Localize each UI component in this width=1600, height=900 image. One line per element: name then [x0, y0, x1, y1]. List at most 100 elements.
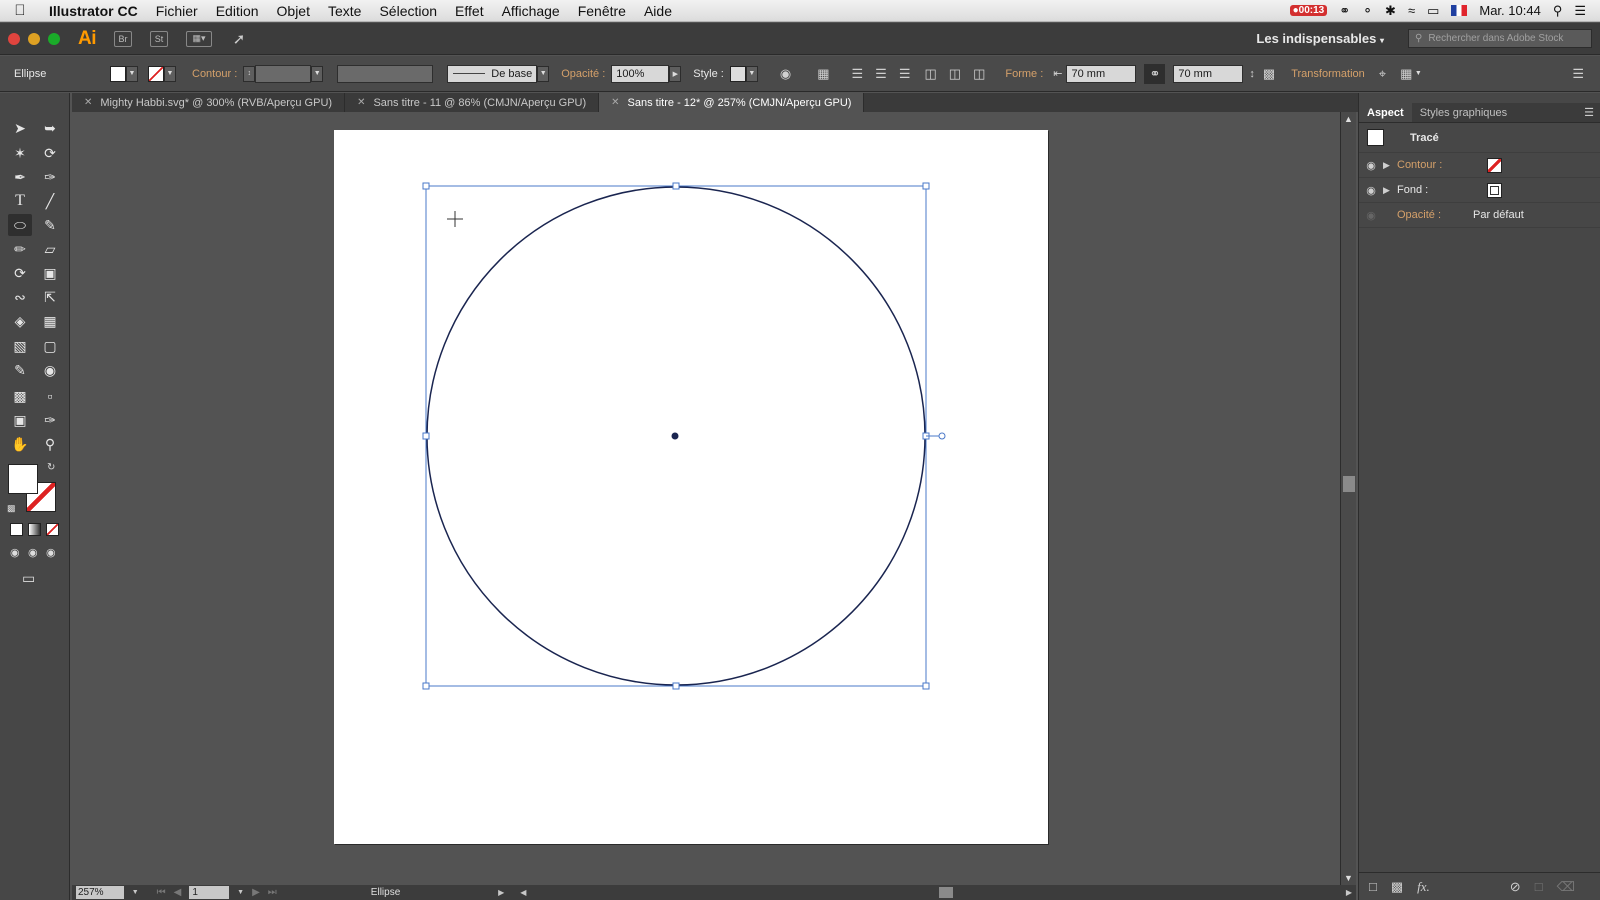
fill-attribute-label[interactable]: Fond :: [1397, 184, 1469, 196]
type-tool-icon[interactable]: T: [8, 190, 32, 212]
spotlight-search-icon[interactable]: ⚲: [1553, 3, 1563, 19]
graphic-style-swatch[interactable]: [729, 65, 746, 82]
menu-affichage[interactable]: Affichage: [493, 3, 569, 19]
gradient-tool-icon[interactable]: ▢: [38, 335, 62, 357]
color-mode-icon[interactable]: [10, 523, 23, 536]
handle-top-right[interactable]: [922, 182, 930, 190]
direct-selection-tool-icon[interactable]: ➥: [38, 117, 62, 139]
gradient-mode-icon[interactable]: [28, 523, 41, 536]
align-right-icon[interactable]: ☰: [899, 66, 911, 82]
zoom-dropdown-icon[interactable]: ▼: [132, 889, 139, 896]
line-segment-tool-icon[interactable]: ╱: [38, 190, 62, 212]
stroke-swatch[interactable]: [148, 65, 164, 82]
transform-label[interactable]: Transformation: [1291, 68, 1365, 80]
perspective-grid-tool-icon[interactable]: ▦: [38, 310, 62, 332]
menubar-clock[interactable]: Mar. 10:44: [1479, 3, 1540, 18]
opacity-attribute-label[interactable]: Opacité :: [1397, 209, 1469, 221]
eraser-tool-icon[interactable]: ▱: [38, 238, 62, 260]
align-bottom-icon[interactable]: ◫: [973, 66, 985, 82]
artboard-tool-icon[interactable]: ▣: [8, 409, 32, 431]
none-mode-icon[interactable]: [46, 523, 59, 536]
menu-fichier[interactable]: Fichier: [147, 3, 207, 19]
shaper-tool-icon[interactable]: ✏: [8, 238, 32, 260]
recolor-artwork-icon[interactable]: ◉: [780, 66, 791, 82]
menu-texte[interactable]: Texte: [319, 3, 370, 19]
last-artboard-icon[interactable]: ⏭: [268, 887, 277, 898]
stroke-dropdown[interactable]: ▼: [164, 65, 176, 82]
scroll-right-arrow-icon[interactable]: ▶: [1346, 888, 1352, 897]
fill-attribute-swatch[interactable]: [1487, 182, 1502, 198]
stroke-weight-label[interactable]: Contour :: [192, 68, 237, 80]
handle-bottom-center[interactable]: [672, 682, 680, 690]
document-tab-2[interactable]: ✕ Sans titre - 11 @ 86% (CMJN/Aperçu GPU…: [345, 93, 600, 112]
bridge-icon[interactable]: Br: [114, 30, 132, 47]
column-graph-tool-icon[interactable]: ▫: [38, 385, 62, 407]
arrange-documents-icon[interactable]: ▦▾: [186, 30, 212, 47]
reference-point-icon[interactable]: ▩: [1263, 66, 1275, 82]
handle-top-center[interactable]: [672, 182, 680, 190]
shape-label[interactable]: Forme :: [1005, 68, 1043, 80]
appearance-fill-row[interactable]: ◉ ▶ Fond :: [1359, 178, 1600, 203]
canvas-area[interactable]: [72, 112, 1340, 885]
close-tab-icon[interactable]: ✕: [84, 97, 92, 108]
scroll-left-arrow-icon[interactable]: ◀: [520, 888, 526, 897]
align-vertical-center-icon[interactable]: ◫: [949, 66, 961, 82]
mesh-tool-icon[interactable]: ▧: [8, 335, 32, 357]
zoom-level-input[interactable]: 257%: [76, 886, 124, 899]
expand-triangle-icon[interactable]: ▶: [1383, 185, 1397, 196]
constrain-proportions-link-icon[interactable]: ⚭: [1144, 63, 1166, 84]
variable-width-profile[interactable]: [337, 64, 434, 83]
select-similar-dropdown[interactable]: ▼: [1412, 66, 1424, 82]
width-tool-icon[interactable]: ∾: [8, 286, 32, 308]
opacity-input[interactable]: 100%: [611, 64, 670, 83]
symbol-sprayer-tool-icon[interactable]: ▩: [8, 385, 32, 407]
stroke-weight-dropdown[interactable]: ▼: [311, 65, 324, 82]
opacity-label[interactable]: Opacité :: [561, 68, 605, 80]
isolate-object-icon[interactable]: ⌖: [1379, 66, 1386, 82]
curvature-tool-icon[interactable]: ✑: [38, 166, 62, 188]
lasso-tool-icon[interactable]: ⟳: [38, 142, 62, 164]
vertical-scroll-thumb[interactable]: [1343, 476, 1355, 492]
select-similar-icon[interactable]: ▦: [1400, 66, 1412, 82]
minimize-window-icon[interactable]: [28, 32, 40, 45]
stroke-attribute-label[interactable]: Contour :: [1397, 159, 1469, 171]
paintbrush-tool-icon[interactable]: ✎: [38, 214, 62, 236]
align-horizontal-center-icon[interactable]: ☰: [875, 66, 887, 82]
artboard-dropdown-icon[interactable]: ▼: [237, 889, 244, 896]
scale-tool-icon[interactable]: ▣: [38, 262, 62, 284]
magic-wand-tool-icon[interactable]: ✶: [8, 142, 32, 164]
horizontal-scroll-thumb[interactable]: [939, 887, 954, 898]
current-tool-status[interactable]: Ellipse: [371, 887, 490, 898]
menu-edition[interactable]: Edition: [207, 3, 268, 19]
draw-inside-icon[interactable]: ◉: [46, 546, 56, 559]
apple-menu-icon[interactable]: : [0, 2, 40, 19]
align-top-icon[interactable]: ◫: [924, 66, 936, 82]
creative-cloud-icon[interactable]: ⚬: [1362, 3, 1373, 19]
free-transform-tool-icon[interactable]: ⇱: [38, 286, 62, 308]
brush-definition-field[interactable]: De base: [447, 64, 538, 83]
screen-recorder-icon[interactable]: ●00:13: [1289, 5, 1328, 16]
handle-middle-left[interactable]: [422, 432, 430, 440]
height-input[interactable]: 70 mm: [1173, 64, 1244, 83]
next-artboard-icon[interactable]: ▶: [252, 887, 260, 898]
workspace-switcher[interactable]: Les indispensables ▾: [1256, 31, 1408, 46]
align-to-selection-icon[interactable]: ▦: [817, 66, 829, 82]
default-fill-stroke-icon[interactable]: ▩: [7, 503, 16, 514]
clear-appearance-icon[interactable]: ⊘: [1510, 879, 1521, 895]
eyedropper-tool-icon[interactable]: ✎: [8, 359, 32, 381]
input-language-flag-icon[interactable]: [1451, 5, 1468, 16]
stroke-attribute-swatch[interactable]: [1487, 157, 1502, 173]
fill-dropdown[interactable]: ▼: [126, 65, 138, 82]
selection-tool-icon[interactable]: ➤: [8, 117, 32, 139]
opacity-slider-arrow[interactable]: ▶: [669, 65, 682, 82]
stroke-weight-input[interactable]: [255, 64, 312, 83]
bluetooth-icon[interactable]: ✱: [1385, 3, 1396, 19]
rotate-tool-icon[interactable]: ⟳: [8, 262, 32, 284]
hand-tool-icon[interactable]: ✋: [8, 433, 32, 455]
stock-icon[interactable]: St: [150, 30, 168, 47]
add-new-effect-icon[interactable]: fx.: [1417, 879, 1430, 895]
menu-app-name[interactable]: Illustrator CC: [40, 3, 147, 19]
handle-bottom-left[interactable]: [422, 682, 430, 690]
document-tab-3[interactable]: ✕ Sans titre - 12* @ 257% (CMJN/Aperçu G…: [599, 93, 865, 112]
add-new-stroke-icon[interactable]: □: [1369, 879, 1377, 894]
